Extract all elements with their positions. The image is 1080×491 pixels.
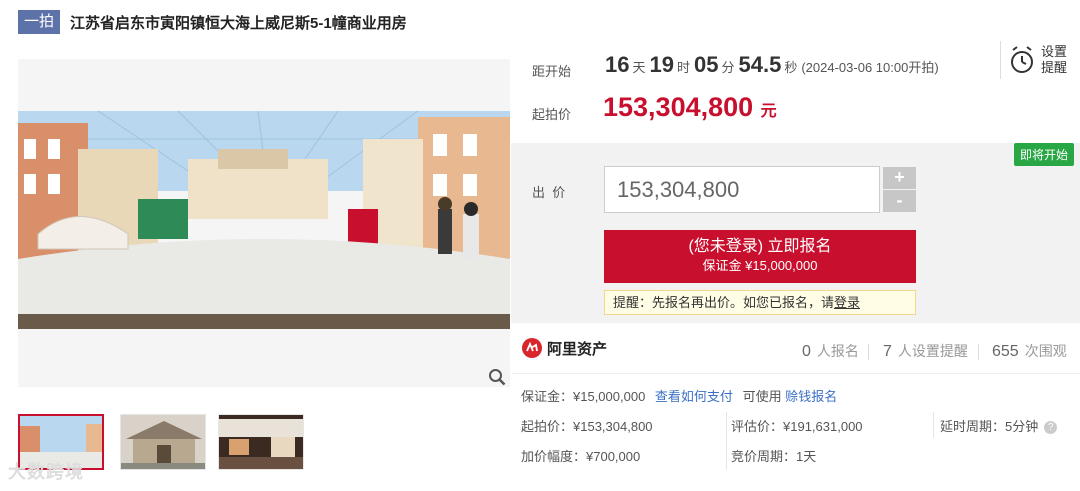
- start-time: (2024-03-06 10:00开拍): [801, 60, 939, 75]
- watermark: 大数跨境: [8, 462, 84, 482]
- countdown-hours-unit: 时: [676, 60, 690, 75]
- countdown-seconds: 54.5: [738, 52, 782, 77]
- views-count: 655: [992, 343, 1019, 360]
- countdown-minutes-unit: 分: [721, 60, 735, 75]
- page-title: 江苏省启东市寅阳镇恒大海上威尼斯5-1幢商业用房: [70, 14, 407, 32]
- bid-panel: 即将开始 出 价 153,304,800 + - (您未登录) 立即报名 保证金…: [511, 143, 1080, 323]
- reminder-label-line2: 提醒: [1041, 60, 1068, 75]
- zoom-icon[interactable]: [488, 368, 506, 386]
- countdown-days: 16: [605, 52, 630, 77]
- applicants-label: 人报名: [816, 343, 859, 359]
- deposit-info: 保证金：¥15,000,000: [521, 389, 646, 404]
- reminder-label-line1: 设置: [1041, 44, 1068, 59]
- start-price: 153,304,800 元: [603, 92, 777, 123]
- auction-round-badge: 一拍: [18, 10, 61, 34]
- divider: [511, 373, 1080, 374]
- ali-asset-logo-icon: [522, 338, 542, 358]
- status-badge: 即将开始: [1013, 143, 1074, 166]
- bid-label: 出 价: [532, 185, 566, 200]
- thumbnail-3[interactable]: [218, 414, 304, 470]
- delay-period-text: 延时周期：5分钟: [940, 419, 1039, 434]
- help-icon[interactable]: ?: [1044, 421, 1058, 435]
- countdown-label: 距开始: [532, 64, 572, 79]
- reminders-label: 人设置提醒: [897, 343, 968, 359]
- bid-tip: 提醒：先报名再出价。如您已报名，请登录: [604, 290, 916, 315]
- reminders-count: 7: [883, 343, 892, 360]
- divider: [868, 344, 869, 360]
- views-label: 次围观: [1024, 343, 1067, 359]
- brand: 阿里资产: [521, 337, 607, 359]
- apply-button-label: (您未登录) 立即报名: [688, 238, 832, 255]
- countdown-minutes: 05: [694, 52, 719, 77]
- set-reminder-button[interactable]: 设置 提醒: [1000, 41, 1072, 79]
- property-photo: [18, 59, 510, 387]
- usable-text: 可使用: [742, 389, 782, 404]
- bid-cycle-info: 竞价周期：1天: [731, 449, 817, 464]
- applicants-stat: 0 人报名: [802, 341, 859, 361]
- loan-apply-link[interactable]: 赊钱报名: [785, 389, 837, 404]
- thumbnail-2[interactable]: [120, 414, 206, 470]
- start-price-info: 起拍价：¥153,304,800: [521, 419, 653, 434]
- start-price-unit: 元: [760, 103, 777, 120]
- countdown: 16 天 19 时 05 分 54.5 秒 (2024-03-06 10:00开…: [605, 52, 939, 78]
- assessed-price-info: 评估价：¥191,631,000: [731, 419, 863, 434]
- deposit-row: 保证金：¥15,000,000 查看如何支付 可使用 赊钱报名: [521, 386, 837, 405]
- views-stat: 655 次围观: [992, 341, 1067, 361]
- how-to-pay-link[interactable]: 查看如何支付: [655, 389, 733, 404]
- tip-text: 提醒：先报名再出价。如您已报名，请: [613, 295, 835, 310]
- start-price-label: 起拍价: [532, 107, 572, 122]
- alarm-clock-icon: [1011, 46, 1033, 73]
- countdown-hours: 19: [649, 52, 674, 77]
- main-property-image[interactable]: [18, 59, 510, 387]
- apply-now-button[interactable]: (您未登录) 立即报名 保证金 ¥15,000,000: [604, 230, 916, 283]
- bid-amount-input[interactable]: 153,304,800: [604, 166, 880, 213]
- decrease-bid-button[interactable]: -: [883, 190, 916, 212]
- increase-bid-button[interactable]: +: [883, 167, 916, 189]
- login-link[interactable]: 登录: [834, 295, 860, 310]
- divider: [726, 412, 727, 470]
- divider: [978, 344, 979, 360]
- countdown-days-unit: 天: [632, 60, 646, 75]
- applicants-count: 0: [802, 343, 811, 360]
- apply-button-deposit: 保证金 ¥15,000,000: [702, 258, 818, 273]
- countdown-seconds-unit: 秒: [784, 60, 798, 75]
- brand-name: 阿里资产: [547, 340, 608, 358]
- increment-info: 加价幅度：¥700,000: [521, 449, 641, 464]
- start-price-value: 153,304,800: [603, 92, 754, 122]
- reminders-stat: 7 人设置提醒: [883, 341, 968, 361]
- delay-period-info: 延时周期：5分钟?: [940, 416, 1058, 435]
- divider: [933, 412, 934, 438]
- title-bar: 一拍 江苏省启东市寅阳镇恒大海上威尼斯5-1幢商业用房: [18, 8, 407, 36]
